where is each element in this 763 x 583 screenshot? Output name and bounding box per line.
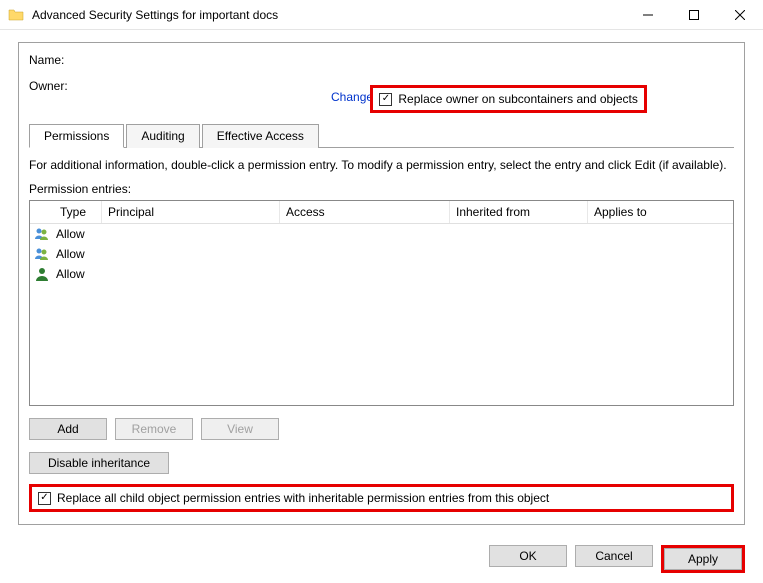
entry-type: Allow xyxy=(50,247,98,261)
replace-owner-label: Replace owner on subcontainers and objec… xyxy=(398,92,637,106)
col-applies[interactable]: Applies to xyxy=(588,201,733,223)
titlebar: Advanced Security Settings for important… xyxy=(0,0,763,30)
apply-button[interactable]: Apply xyxy=(664,548,742,570)
replace-child-highlight: ✓ Replace all child object permission en… xyxy=(29,484,734,512)
replace-child-checkbox[interactable]: ✓ xyxy=(38,492,51,505)
replace-child-label: Replace all child object permission entr… xyxy=(57,491,549,505)
tab-auditing[interactable]: Auditing xyxy=(126,124,199,148)
owner-label: Owner: xyxy=(29,79,111,93)
add-button[interactable]: Add xyxy=(29,418,107,440)
remove-button[interactable]: Remove xyxy=(115,418,193,440)
window-title: Advanced Security Settings for important… xyxy=(32,8,625,22)
apply-highlight: Apply xyxy=(661,545,745,573)
name-row: Name: xyxy=(29,53,734,67)
minimize-button[interactable] xyxy=(625,0,671,30)
view-button[interactable]: View xyxy=(201,418,279,440)
main-panel: Name: Owner: Change ✓ Replace owner on s… xyxy=(18,42,745,525)
name-label: Name: xyxy=(29,53,64,67)
maximize-button[interactable] xyxy=(671,0,717,30)
cancel-button[interactable]: Cancel xyxy=(575,545,653,567)
col-type[interactable]: Type xyxy=(54,201,102,223)
folder-icon xyxy=(8,7,24,23)
replace-owner-highlight: ✓ Replace owner on subcontainers and obj… xyxy=(370,85,646,113)
replace-owner-checkbox[interactable]: ✓ xyxy=(379,93,392,106)
table-row[interactable]: Allow xyxy=(30,244,733,264)
permission-entries-label: Permission entries: xyxy=(29,182,734,196)
col-principal[interactable]: Principal xyxy=(102,201,280,223)
col-inherited[interactable]: Inherited from xyxy=(450,201,588,223)
entry-type: Allow xyxy=(50,227,98,241)
tab-effective-access[interactable]: Effective Access xyxy=(202,124,319,148)
tabs: Permissions Auditing Effective Access xyxy=(29,123,734,148)
col-access[interactable]: Access xyxy=(280,201,450,223)
close-button[interactable] xyxy=(717,0,763,30)
disable-inheritance-button[interactable]: Disable inheritance xyxy=(29,452,169,474)
users-icon xyxy=(34,246,50,262)
table-row[interactable]: Allow xyxy=(30,224,733,244)
ok-button[interactable]: OK xyxy=(489,545,567,567)
change-owner-link[interactable]: Change xyxy=(331,90,373,104)
entry-type: Allow xyxy=(50,267,98,281)
info-text: For additional information, double-click… xyxy=(29,158,734,172)
users-icon xyxy=(34,226,50,242)
permission-entries-list[interactable]: Type Principal Access Inherited from App… xyxy=(29,200,734,406)
tab-permissions[interactable]: Permissions xyxy=(29,124,124,148)
list-header: Type Principal Access Inherited from App… xyxy=(30,201,733,224)
table-row[interactable]: Allow xyxy=(30,264,733,284)
user-icon xyxy=(34,266,50,282)
